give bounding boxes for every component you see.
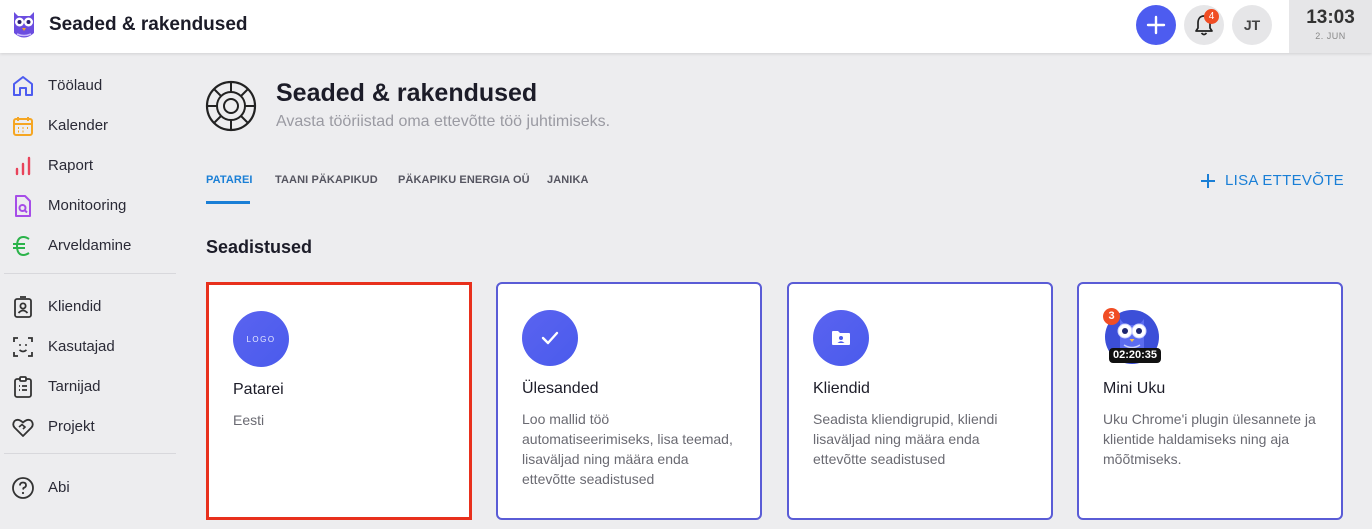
sidebar-item-label: Abi	[48, 479, 70, 496]
card-title: Patarei	[233, 381, 284, 398]
sidebar-item-raport[interactable]: Raport	[0, 147, 178, 183]
clock: 13:03 2. JUN	[1289, 0, 1372, 53]
sidebar-item-kalender[interactable]: Kalender	[0, 107, 178, 143]
sidebar-item-kasutajad[interactable]: Kasutajad	[0, 328, 178, 364]
monitor-document-icon	[15, 195, 31, 217]
bar-chart-icon	[15, 156, 31, 176]
tab-pakapiku-energia[interactable]: PÄKAPIKU ENERGIA OÜ	[398, 174, 530, 186]
sidebar-item-label: Arveldamine	[48, 237, 132, 254]
sidebar-item-label: Kalender	[48, 117, 109, 134]
sidebar-item-kliendid[interactable]: Kliendid	[0, 288, 178, 324]
app-title: Seaded & rakendused	[49, 14, 248, 35]
settings-card-tasks[interactable]: Ülesanded Loo mallid töö automatiseerimi…	[496, 282, 762, 520]
add-company-button[interactable]: LISA ETTEVÕTE	[1200, 172, 1344, 189]
timer-badge: 02:20:35	[1109, 348, 1162, 363]
add-company-label: LISA ETTEVÕTE	[1225, 172, 1344, 189]
sidebar-item-label: Töölaud	[48, 77, 103, 94]
folder-person-icon	[813, 310, 869, 366]
owl-logo-icon[interactable]	[11, 9, 37, 41]
card-description: Eesti	[233, 412, 265, 428]
card-description: Uku Chrome'i plugin ülesannete ja klient…	[1103, 411, 1316, 467]
plus-icon	[1146, 15, 1166, 35]
card-description: Seadista kliendigrupid, kliendi lisavälj…	[813, 411, 998, 467]
card-description: Loo mallid töö automatiseerimiseks, lisa…	[522, 411, 733, 487]
sidebar-item-label: Tarnijad	[48, 378, 101, 395]
clipboard-list-icon	[14, 376, 32, 398]
calendar-icon	[13, 117, 33, 136]
sidebar-item-abi[interactable]: Abi	[0, 469, 178, 505]
handshake-heart-icon	[12, 418, 34, 437]
card-title: Kliendid	[813, 380, 870, 397]
sidebar-item-label: Projekt	[48, 418, 95, 435]
settings-card-company[interactable]: LOGO Patarei Eesti	[206, 282, 472, 520]
notification-count-badge: 4	[1204, 9, 1219, 24]
sidebar-item-projekt[interactable]: Projekt	[0, 408, 178, 444]
company-logo-placeholder: LOGO	[233, 311, 289, 367]
section-title: Seadistused	[206, 237, 313, 257]
sidebar-item-label: Raport	[48, 157, 94, 174]
sidebar-item-toolaud[interactable]: Töölaud	[0, 67, 178, 103]
sidebar-divider	[4, 453, 176, 454]
sidebar-item-arveldamine[interactable]: Arveldamine	[0, 227, 178, 263]
sidebar-item-label: Kasutajad	[48, 338, 115, 355]
tab-taani-pakapikud[interactable]: TAANI PÄKAPIKUD	[275, 174, 378, 186]
settings-wheel-icon	[205, 80, 257, 132]
sidebar-item-label: Kliendid	[48, 298, 102, 315]
active-tab-indicator	[206, 201, 250, 204]
client-badge-icon	[14, 296, 32, 318]
create-new-button[interactable]	[1136, 5, 1176, 45]
top-bar: Seaded & rakendused 4 JT 13:03 2. JUN	[0, 0, 1372, 53]
face-scan-icon	[13, 337, 33, 357]
clock-time: 13:03	[1306, 7, 1355, 28]
sidebar-divider	[4, 273, 176, 274]
euro-icon	[13, 235, 30, 257]
home-icon	[13, 76, 33, 96]
tab-janika[interactable]: JANIKA	[547, 174, 589, 186]
check-icon	[522, 310, 578, 366]
settings-card-clients[interactable]: Kliendid Seadista kliendigrupid, kliendi…	[787, 282, 1053, 520]
settings-card-mini-uku[interactable]: 3 02:20:35 Mini Uku Uku Chrome'i plugin …	[1077, 282, 1343, 520]
mini-uku-count-badge: 3	[1103, 308, 1120, 325]
tab-patarei[interactable]: PATAREI	[206, 174, 253, 186]
page-subtitle: Avasta tööriistad oma ettevõtte töö juht…	[276, 113, 611, 130]
clock-date: 2. JUN	[1315, 31, 1346, 41]
plus-icon	[1201, 173, 1215, 188]
card-title: Mini Uku	[1103, 380, 1166, 397]
card-title: Ülesanded	[522, 380, 599, 397]
user-avatar[interactable]: JT	[1232, 5, 1272, 45]
help-circle-icon	[12, 477, 34, 499]
sidebar-item-tarnijad[interactable]: Tarnijad	[0, 368, 178, 404]
notifications-button[interactable]	[1184, 5, 1224, 45]
sidebar-item-label: Monitooring	[48, 197, 127, 214]
logo-placeholder-text: LOGO	[246, 334, 276, 344]
sidebar: Töölaud Kalender Raport Monitooring Arve…	[0, 53, 178, 529]
sidebar-item-monitooring[interactable]: Monitooring	[0, 187, 178, 223]
page-title: Seaded & rakendused	[276, 79, 538, 107]
